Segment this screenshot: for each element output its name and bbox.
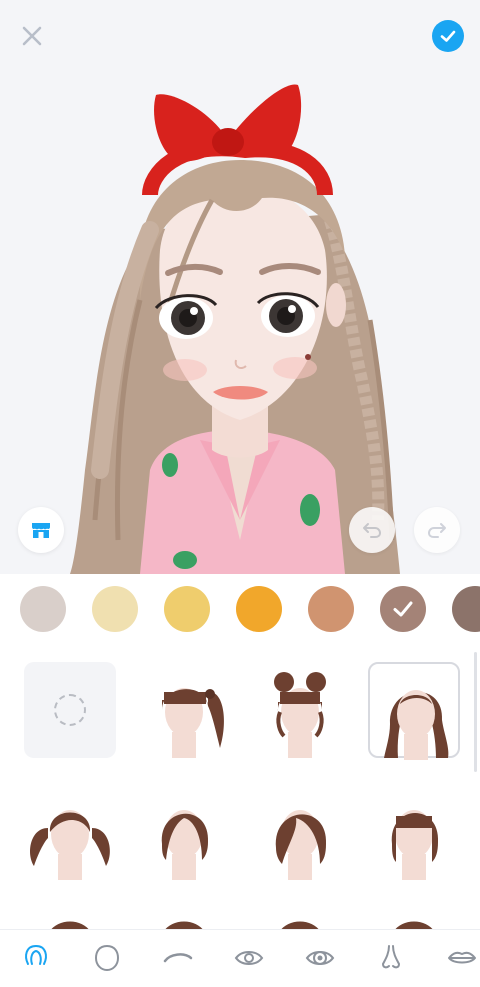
hairstyle-thumbnail — [49, 921, 91, 932]
hairstyle-thumbnail — [30, 810, 110, 880]
customization-panel — [0, 574, 480, 987]
checkmark-icon — [393, 601, 413, 617]
hair-color-swatch[interactable] — [92, 586, 138, 632]
shop-icon — [32, 523, 50, 538]
hairstyle-option[interactable] — [368, 784, 460, 880]
hairstyle-option[interactable] — [138, 904, 230, 932]
tab-eye[interactable] — [227, 938, 271, 978]
eye-color-icon — [305, 951, 335, 965]
hair-color-swatch[interactable] — [20, 586, 66, 632]
avatar-preview — [0, 0, 480, 574]
hair-color-swatch[interactable] — [308, 586, 354, 632]
redo-icon — [428, 523, 446, 538]
hairstyle-option[interactable] — [368, 662, 460, 760]
hairstyle-thumbnail — [279, 921, 321, 932]
hair-color-swatch[interactable] — [236, 586, 282, 632]
hairstyle-thumbnail — [274, 672, 326, 758]
hairstyle-option[interactable] — [24, 784, 116, 880]
hairstyle-thumbnail — [275, 810, 327, 880]
tab-nose[interactable] — [369, 938, 413, 978]
checkmark-circle-icon — [432, 20, 464, 52]
hairstyle-thumbnail — [163, 921, 205, 932]
empty-circle-icon — [54, 694, 86, 726]
undo-icon — [363, 523, 381, 538]
hair-color-swatches — [0, 574, 480, 644]
hairstyle-thumbnail — [384, 690, 449, 760]
redo-button[interactable] — [414, 507, 460, 553]
category-tabbar — [0, 929, 480, 987]
shop-button[interactable] — [18, 507, 64, 553]
hairstyle-option[interactable] — [254, 784, 346, 880]
hairstyle-grid — [0, 652, 480, 932]
hairstyle-thumbnail — [393, 921, 435, 932]
tab-eye-color[interactable] — [298, 938, 342, 978]
tab-hair[interactable] — [14, 938, 58, 978]
tab-eyebrow[interactable] — [156, 938, 200, 978]
tab-face-shape[interactable] — [85, 938, 129, 978]
close-button[interactable] — [14, 18, 50, 54]
eye-icon — [234, 951, 264, 965]
hair-color-swatch[interactable] — [164, 586, 210, 632]
close-icon — [22, 26, 42, 46]
tab-lips[interactable] — [440, 938, 480, 978]
hairstyle-thumbnail — [391, 810, 439, 880]
hairstyle-thumbnail — [161, 810, 209, 880]
nose-icon — [381, 945, 401, 969]
hairstyle-option[interactable] — [24, 904, 116, 932]
hairstyle-option[interactable] — [138, 784, 230, 880]
hairstyle-option[interactable] — [138, 662, 230, 758]
done-button[interactable] — [430, 18, 466, 54]
hairstyle-option[interactable] — [368, 904, 460, 932]
hair-icon — [25, 944, 47, 965]
hair-color-swatch[interactable] — [452, 586, 480, 632]
undo-button[interactable] — [349, 507, 395, 553]
avatar-editor — [0, 0, 480, 987]
lips-icon — [448, 951, 476, 964]
hair-color-swatch[interactable] — [380, 586, 426, 632]
no-hairstyle-option[interactable] — [24, 662, 116, 758]
scrollbar[interactable] — [474, 652, 477, 772]
eyebrow-icon — [163, 953, 193, 963]
avatar-character — [70, 84, 400, 574]
hairstyle-thumbnail — [162, 688, 224, 758]
face-shape-icon — [94, 944, 120, 972]
hairstyle-option[interactable] — [254, 904, 346, 932]
hairstyle-option[interactable] — [254, 662, 346, 758]
